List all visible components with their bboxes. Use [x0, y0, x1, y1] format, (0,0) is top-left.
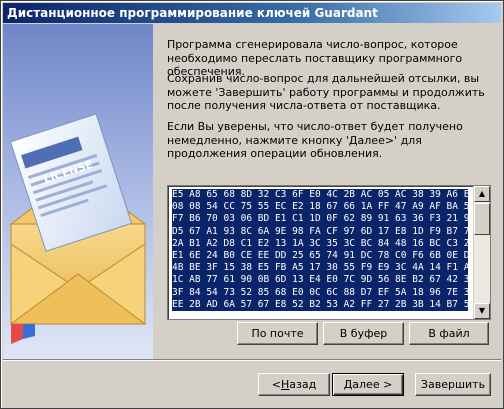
license-envelope-illustration: LICENSE — [9, 113, 147, 344]
code-line: E1 6E 24 B0 CE EE DD 25 65 74 91 DC 78 C… — [172, 250, 468, 263]
wizard-window: Дистанционное программирование ключей Gu… — [0, 0, 504, 409]
code-line: 2A B1 A2 D8 C1 E2 13 1A 3C 35 3C BC 84 4… — [172, 237, 468, 251]
code-line: 1C AB 77 61 90 0B 6D 13 E4 E0 7C 9D 56 8… — [172, 274, 468, 287]
scroll-thumb[interactable] — [474, 203, 490, 235]
code-line: 4B BE 3F 15 38 E5 FB A5 17 30 55 F9 E9 3… — [172, 262, 468, 275]
code-line: 3F 84 54 73 52 85 68 E0 0C 6C 88 D7 EF 5… — [172, 286, 468, 299]
scroll-up-arrow-icon[interactable]: ▲ — [474, 186, 490, 202]
code-line: 08 08 54 CC 75 55 EC E2 18 67 66 1A FF 4… — [172, 201, 468, 214]
vertical-scrollbar[interactable]: ▲ ▼ — [473, 186, 490, 319]
send-by-mail-button[interactable]: По почте — [237, 322, 318, 345]
finish-button[interactable]: Завершить — [415, 373, 491, 396]
footer-separator — [3, 359, 501, 361]
code-line: EE 2B AD 6A 57 67 E8 52 B2 53 A2 FF 27 2… — [172, 298, 468, 312]
wizard-side-image: LICENSE — [3, 24, 153, 359]
scroll-down-arrow-icon[interactable]: ▼ — [474, 303, 490, 319]
instruction-text-3: Если Вы уверены, что число-ответ будет п… — [167, 120, 463, 160]
next-button[interactable]: Далее > — [332, 373, 404, 396]
copy-to-clipboard-button[interactable]: В буфер — [323, 322, 404, 345]
back-button[interactable]: < Назад — [258, 373, 330, 396]
back-label: азад — [289, 378, 317, 391]
code-line: F7 B6 70 03 06 BD E1 C1 1D 0F 62 89 91 6… — [172, 213, 468, 226]
wizard-content: Программа сгенерировала число-вопрос, ко… — [153, 24, 501, 359]
window-title: Дистанционное программирование ключей Gu… — [7, 6, 378, 20]
code-line: D5 67 A1 93 8C 6A 9E 98 FA CF 97 6D 17 E… — [172, 225, 468, 238]
next-label: алее > — [352, 378, 393, 391]
next-hotkey: Д — [343, 378, 353, 391]
instruction-text-2: Сохранив число-вопрос для дальнейшей отс… — [167, 72, 485, 112]
code-line: E5 A8 65 68 8D 32 C3 6F E0 4C 2B AC 05 A… — [172, 189, 468, 202]
save-to-file-button[interactable]: В файл — [409, 322, 489, 345]
back-prefix: < — [271, 378, 281, 391]
title-bar: Дистанционное программирование ключей Gu… — [3, 3, 501, 23]
back-hotkey: Н — [281, 378, 290, 391]
question-number-text[interactable]: E5 A8 65 68 8D 32 C3 6F E0 4C 2B AC 05 A… — [172, 189, 468, 312]
question-number-box[interactable]: E5 A8 65 68 8D 32 C3 6F E0 4C 2B AC 05 A… — [167, 185, 491, 320]
